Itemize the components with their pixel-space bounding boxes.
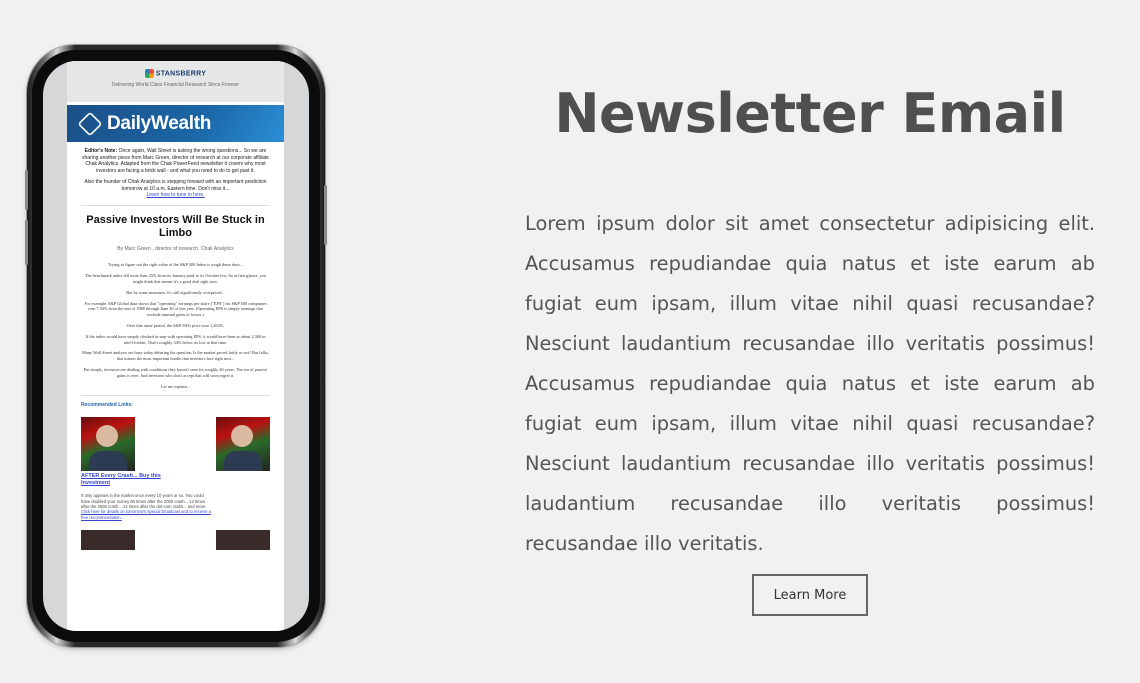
announcement: Also the founder of Chak Analytics is st… [84,179,267,198]
section-description: Lorem ipsum dolor sit amet consectetur a… [525,212,1095,555]
recommended-links-title: Recommended Links: [81,402,133,409]
more-thumbnails [81,530,270,551]
phone-side-button [25,220,28,265]
hexagon-icon [77,111,103,136]
ad-thumbnail-image[interactable] [216,416,270,471]
logo-text: STANSBERRY [155,70,207,78]
stansberry-logo: STANSBERRY [67,69,284,78]
email-body: Editor's Note: Once again, Wall Street i… [67,142,284,551]
phone-screen: STANSBERRY Delivering World Class Financ… [43,61,309,631]
email-paragraph: Many Wall Street analysts are busy today… [82,350,269,362]
email-paragraph: Over that same period, the S&P 500's pri… [126,322,225,328]
email-paragraph: The benchmark index fell more than 25% f… [84,273,267,284]
email-paragraph: If the index would have simply climbed i… [85,333,266,345]
recommended-link[interactable]: AFTER Every Crash... Buy this Investment [81,473,191,487]
email-header: STANSBERRY Delivering World Class Financ… [67,61,284,102]
phone-power-button [324,185,327,245]
email-tagline: Delivering World Class Financial Researc… [111,82,240,88]
email-paragraph: Let me explain... [161,383,190,389]
email-byline: By Marc Green , director of research, Ch… [117,245,234,252]
brand-banner: DailyWealth [67,105,284,142]
email-preview: STANSBERRY Delivering World Class Financ… [67,61,284,631]
learn-more-button[interactable]: Learn More [752,574,868,616]
details-link[interactable]: Click here for details on tomorrow's spe… [81,509,211,519]
email-paragraph: Put simply, investors are dealing with c… [83,366,268,378]
phone-mockup: STANSBERRY Delivering World Class Financ… [25,45,327,647]
divider [81,395,270,397]
email-headline: Passive Investors Will Be Stuck in Limbo [86,213,265,239]
ad-thumbnail-image[interactable] [81,416,135,471]
logo-icon [144,69,154,78]
recommended-text: It only appears in the market once every… [81,493,211,520]
brand-name: DailyWealth [107,112,212,134]
recommended-thumbnails [81,416,270,471]
editors-note: Editor's Note: Once again, Wall Street i… [82,148,269,174]
email-paragraph: But by some measures, it's still signifi… [126,289,225,295]
phone-side-button [25,170,28,210]
email-paragraph: Trying to figure out the right value of … [107,262,244,268]
section-title: Newsletter Email [554,82,1066,145]
ad-thumbnail-image[interactable] [216,530,270,551]
email-paragraph: For example, S&P Global data shows that … [84,300,267,318]
divider [81,204,270,206]
ad-thumbnail-image[interactable] [81,530,135,551]
tune-in-link[interactable]: Learn how to tune in here. [146,192,204,198]
